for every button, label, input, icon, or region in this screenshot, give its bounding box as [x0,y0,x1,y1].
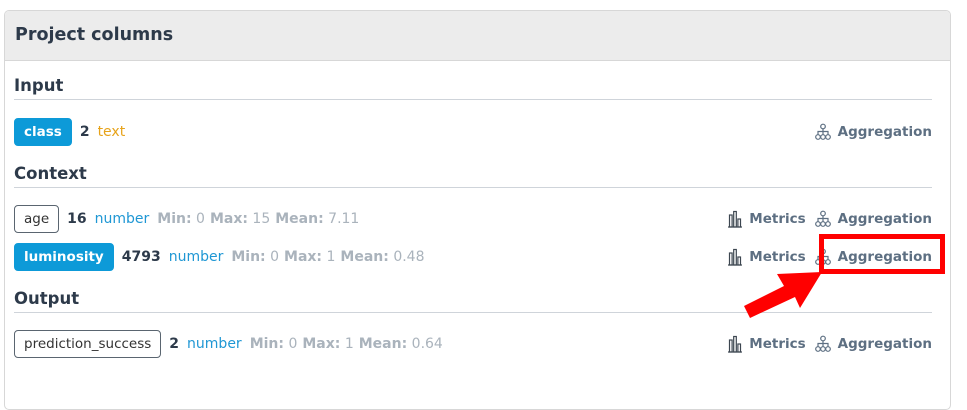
stat-max-label: Max: [284,249,323,265]
stat-min-value: 0 [270,249,280,265]
aggregation-label: Aggregation [837,336,932,352]
column-type: text [97,124,126,140]
aggregation-button[interactable]: Aggregation [814,123,932,141]
section-title-input: Input [14,76,932,100]
column-count: 4793 [121,249,161,265]
stat-mean-label: Mean: [358,336,408,352]
aggregation-label: Aggregation [837,124,932,140]
column-chip-age[interactable]: age [14,205,60,233]
stat-min-value: 0 [288,336,298,352]
column-chip-prediction-success[interactable]: prediction_success [14,330,162,358]
pointer-arrow-shape [744,272,822,318]
column-count: 16 [67,211,87,227]
hierarchy-tree-icon [814,123,831,140]
row-actions: Metrics Aggregation [719,330,932,358]
stat-max-value: 1 [326,249,336,265]
stat-max-value: 1 [344,336,354,352]
stat-min: Min: 0 [250,336,298,352]
bar-chart-icon [728,335,743,353]
stat-min: Min: 0 [231,249,279,265]
column-chip-luminosity[interactable]: luminosity [14,243,114,271]
stat-max: Max: 15 [210,211,270,227]
stat-min: Min: 0 [157,211,205,227]
aggregation-button[interactable]: Aggregation [814,335,932,353]
hierarchy-tree-icon [814,335,831,352]
column-chip-class[interactable]: class [14,118,72,146]
stat-mean-label: Mean: [275,211,324,227]
metrics-label: Metrics [749,336,806,352]
column-count: 2 [79,124,90,140]
column-row-class: class 2 text Aggregation [14,118,932,146]
highlight-box [819,234,945,274]
stat-max-label: Max: [209,211,248,227]
stat-min-label: Min: [249,336,284,352]
stat-max-label: Max: [302,336,341,352]
column-type: number [187,336,242,352]
stat-max: Max: 1 [284,249,335,265]
stat-mean-value: 0.48 [393,249,425,265]
stat-mean-label: Mean: [340,249,389,265]
stat-max: Max: 1 [302,336,353,352]
column-type: number [168,249,224,265]
metrics-button[interactable]: Metrics [727,335,806,353]
bar-chart-icon [728,210,743,228]
stat-min-label: Min: [231,249,266,265]
stat-min-value: 0 [196,211,205,227]
stat-mean: Mean: 0.64 [359,336,443,352]
hierarchy-tree-icon [814,210,831,227]
row-actions: Aggregation [806,118,932,146]
stat-min-label: Min: [157,211,192,227]
panel-title: Project columns [5,11,950,61]
metrics-label: Metrics [749,211,806,227]
column-count: 2 [169,336,180,352]
column-row-prediction-success: prediction_success 2 number Min: 0 Max: … [14,330,932,358]
context-section: Context age 16 number Min: 0 Max: 15 Mea… [14,164,932,271]
column-row-age: age 16 number Min: 0 Max: 15 Mean: 7.11 … [14,205,932,233]
row-actions: Metrics Aggregation [719,205,932,233]
aggregation-label: Aggregation [837,211,932,227]
pointer-arrow-icon [744,272,822,318]
column-type: number [94,211,150,227]
stat-mean-value: 0.64 [411,336,443,352]
stat-mean: Mean: 0.48 [340,249,424,265]
aggregation-button[interactable]: Aggregation [814,210,932,228]
stat-mean: Mean: 7.11 [275,211,359,227]
section-title-context: Context [14,164,932,188]
stat-mean-value: 7.11 [328,211,360,227]
metrics-button[interactable]: Metrics [727,210,806,228]
stat-max-value: 15 [252,211,271,227]
input-section: Input class 2 text Aggregation [14,76,932,146]
